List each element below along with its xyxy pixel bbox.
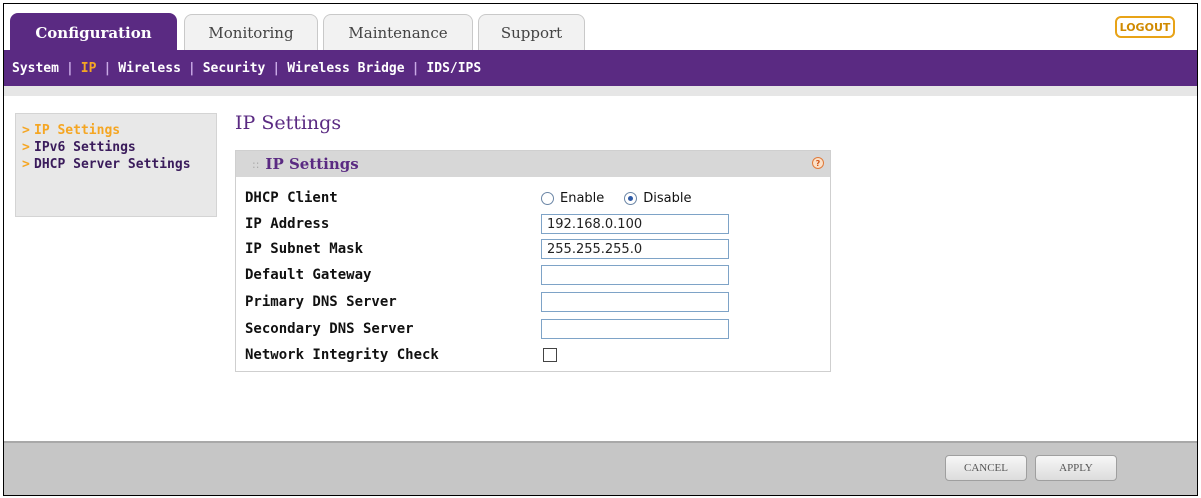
sidebar: > IP Settings > IPv6 Settings > DHCP Ser… [15, 113, 217, 217]
content-top-band [4, 86, 1197, 96]
sidebar-item-label: IPv6 Settings [34, 140, 136, 155]
dhcp-disable-radio[interactable] [624, 191, 638, 205]
network-integrity-checkbox[interactable] [543, 348, 557, 362]
apply-button[interactable]: APPLY [1035, 455, 1117, 481]
dhcp-enable-label: Enable [560, 190, 605, 206]
primary-dns-label: Primary DNS Server [245, 294, 397, 310]
subnav-separator: | [411, 60, 420, 76]
subnav-wireless[interactable]: Wireless [118, 61, 181, 76]
sidebar-item-dhcp-server-settings[interactable]: > DHCP Server Settings [22, 156, 210, 173]
arrow-right-icon: > [22, 140, 30, 155]
tab-configuration-label: Configuration [35, 23, 152, 42]
dhcp-enable-radio[interactable] [541, 191, 554, 205]
dhcp-client-row: DHCP Client Enable Disable [245, 187, 712, 209]
tab-monitoring[interactable]: Monitoring [184, 14, 318, 50]
ip-address-label: IP Address [245, 216, 330, 232]
subnet-mask-label: IP Subnet Mask [245, 241, 364, 257]
cancel-label: CANCEL [964, 462, 1008, 474]
dhcp-client-label: DHCP Client [245, 190, 338, 206]
apply-label: APPLY [1059, 462, 1093, 474]
logout-button[interactable]: LOGOUT [1115, 16, 1175, 38]
network-integrity-label: Network Integrity Check [245, 347, 439, 363]
logout-label: LOGOUT [1119, 20, 1171, 34]
subnav-separator: | [65, 60, 74, 76]
subnav: System | IP | Wireless | Security | Wire… [12, 50, 481, 86]
sidebar-item-ip-settings[interactable]: > IP Settings [22, 122, 210, 139]
app-frame: Configuration Monitoring Maintenance Sup… [3, 3, 1198, 496]
help-icon[interactable]: ? [812, 157, 824, 169]
subnav-system[interactable]: System [12, 61, 59, 76]
radio-selected-dot [628, 195, 634, 201]
tab-monitoring-label: Monitoring [208, 23, 294, 42]
subnav-separator: | [272, 60, 281, 76]
secondary-dns-row: Secondary DNS Server [245, 318, 729, 340]
default-gateway-row: Default Gateway [245, 264, 729, 286]
panel-title: IP Settings [265, 155, 359, 173]
sidebar-item-ipv6-settings[interactable]: > IPv6 Settings [22, 139, 210, 156]
tab-support-label: Support [500, 23, 563, 42]
tab-support[interactable]: Support [478, 14, 585, 50]
page-title: IP Settings [235, 112, 342, 134]
dhcp-disable-label: Disable [643, 190, 692, 206]
tab-maintenance-label: Maintenance [348, 23, 448, 42]
default-gateway-label: Default Gateway [245, 267, 372, 283]
subnav-separator: | [103, 60, 112, 76]
subnav-wireless-bridge[interactable]: Wireless Bridge [287, 61, 404, 76]
subnav-ip[interactable]: IP [81, 61, 97, 76]
sidebar-item-label: IP Settings [34, 123, 121, 138]
cancel-button[interactable]: CANCEL [945, 455, 1027, 481]
sidebar-item-label: DHCP Server Settings [34, 157, 191, 172]
tab-configuration[interactable]: Configuration [10, 13, 177, 51]
arrow-right-icon: > [22, 157, 30, 172]
panel-header: :: IP Settings ? [236, 151, 830, 177]
subnav-security[interactable]: Security [203, 61, 266, 76]
subnav-separator: | [187, 60, 196, 76]
secondary-dns-label: Secondary DNS Server [245, 321, 414, 337]
primary-dns-row: Primary DNS Server [245, 291, 729, 313]
network-integrity-row: Network Integrity Check [245, 344, 557, 366]
ip-address-input[interactable] [541, 214, 729, 234]
ip-settings-panel: :: IP Settings ? DHCP Client Enable Disa… [235, 150, 831, 372]
subnet-mask-row: IP Subnet Mask [245, 238, 729, 260]
grip-icon: :: [252, 157, 260, 171]
arrow-right-icon: > [22, 123, 30, 138]
tab-maintenance[interactable]: Maintenance [323, 14, 473, 50]
primary-dns-input[interactable] [541, 292, 729, 312]
subnet-mask-input[interactable] [541, 239, 729, 259]
secondary-dns-input[interactable] [541, 319, 729, 339]
default-gateway-input[interactable] [541, 265, 729, 285]
subnav-ids-ips[interactable]: IDS/IPS [426, 61, 481, 76]
ip-address-row: IP Address [245, 213, 729, 235]
